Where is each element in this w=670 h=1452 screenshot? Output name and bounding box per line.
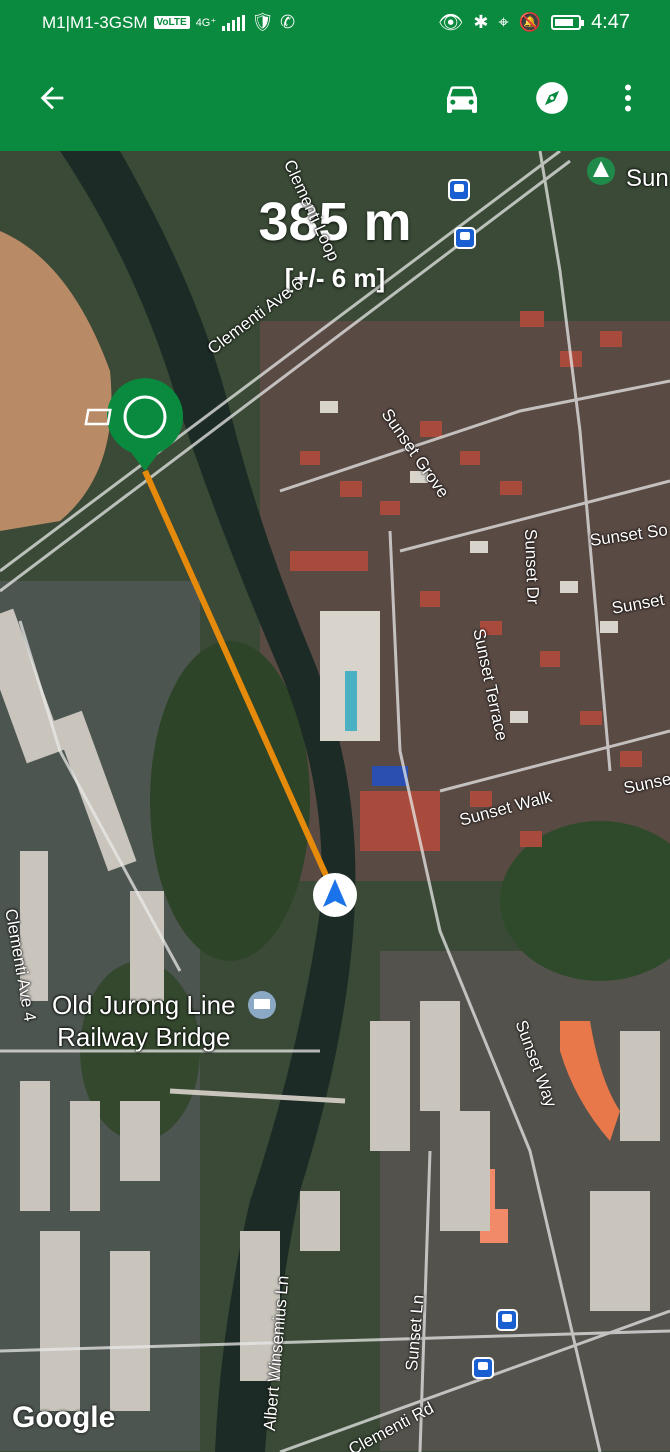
poi-name-line2: Railway Bridge [57,1022,231,1052]
google-logo: Google [12,1401,116,1434]
car-icon [447,86,477,113]
bluetooth-icon: ✱ [473,12,489,32]
drive-mode-button[interactable] [440,76,484,120]
satellite-map[interactable]: 385 m [+/- 6 m] Clementi Ave 6 Sunset Gr… [0,151,670,1452]
poi-label[interactable]: Old Jurong Line Railway Bridge [52,989,236,1053]
compass-icon [536,82,568,114]
distance-accuracy: [+/- 6 m] [284,263,386,293]
status-bar: M1|M1-3GSM VoLTE 4G⁺ 🛡 ✆ 👁 ✱ ⌖ 🔕 4:47 [0,0,670,46]
current-location-marker [313,873,357,917]
more-options-button[interactable] [606,76,650,120]
bus-stop-icon[interactable] [472,1357,494,1379]
volte-badge: VoLTE [153,16,190,29]
app-bar [0,46,670,151]
whatsapp-icon: ✆ [280,12,296,32]
arrow-left-icon [40,86,64,110]
security-icon: 🛡 [251,12,275,32]
poi-name-line1: Old Jurong Line [52,990,236,1020]
carrier-label: M1|M1-3GSM [42,12,148,32]
battery-icon [551,15,585,30]
map-imagery [0,151,670,1452]
bus-stop-icon[interactable] [496,1309,518,1331]
back-button[interactable] [30,76,74,120]
more-vert-icon [625,84,631,112]
mute-icon: 🔕 [518,12,542,32]
road-label: Sunset Dr [521,528,543,605]
signal-icon [222,14,246,31]
road-label: Sun [626,165,669,192]
compass-button[interactable] [530,76,574,120]
network-type: 4G⁺ [195,17,217,29]
clock: 4:47 [591,11,630,33]
eye-icon: 👁 [438,12,464,34]
location-pin-icon: ⌖ [498,12,509,32]
